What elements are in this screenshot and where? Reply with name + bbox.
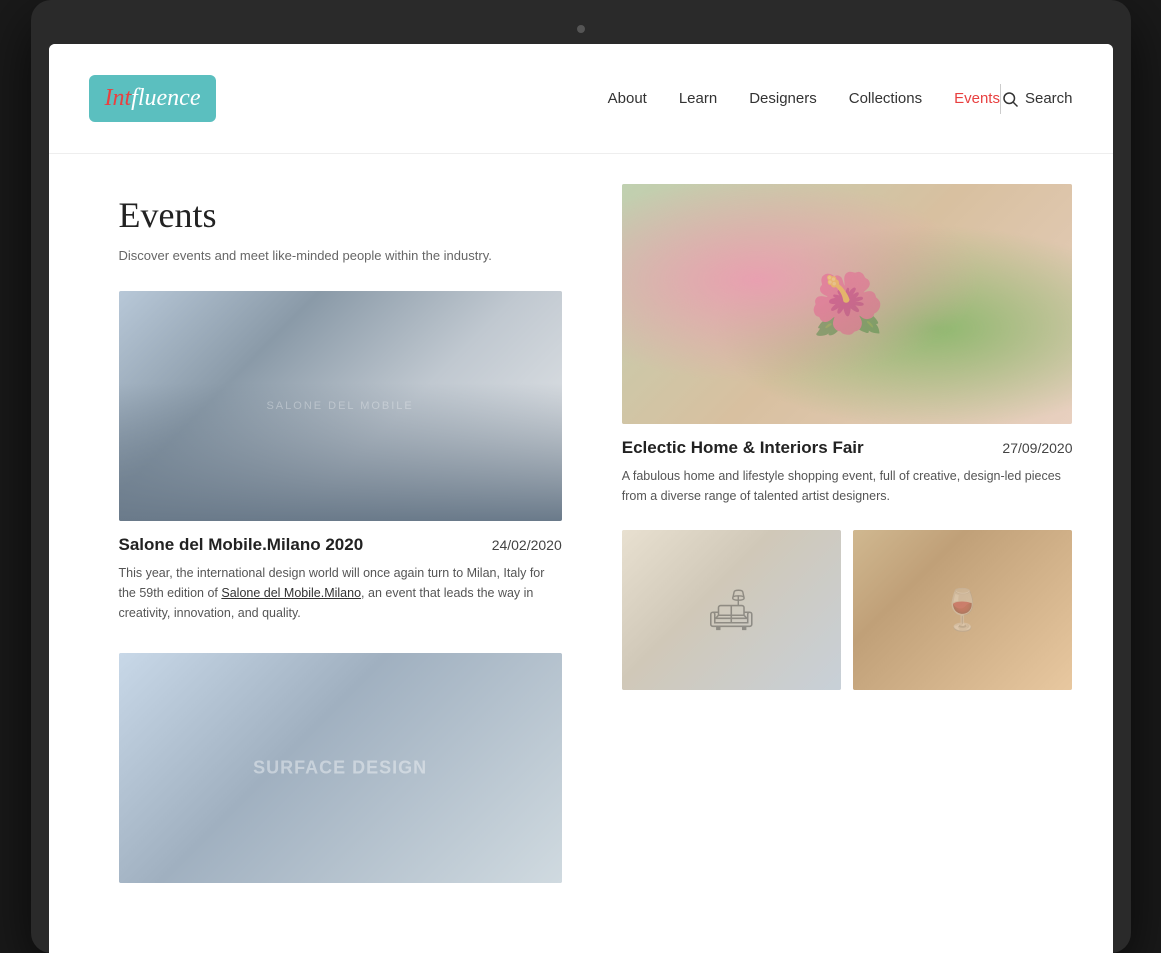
- nav-link-designers[interactable]: Designers: [749, 90, 817, 107]
- nav-link-about[interactable]: About: [608, 90, 647, 107]
- restaurant-image: [853, 530, 1072, 690]
- event-meta-eclectic: Eclectic Home & Interiors Fair 27/09/202…: [622, 438, 1073, 458]
- event-desc-link-salone[interactable]: Salone del Mobile.Milano: [221, 586, 361, 600]
- search-label: Search: [1025, 90, 1073, 107]
- event-desc-salone: This year, the international design worl…: [119, 563, 562, 623]
- surface-image: [119, 653, 562, 883]
- nav-link-collections[interactable]: Collections: [849, 90, 922, 107]
- main-content: Events Discover events and meet like-min…: [49, 154, 1113, 953]
- event-image-restaurant[interactable]: [853, 530, 1072, 690]
- event-title-eclectic: Eclectic Home & Interiors Fair: [622, 438, 864, 458]
- sidebar-item-designers[interactable]: Designers: [749, 90, 817, 108]
- event-date-salone: 24/02/2020: [492, 537, 562, 553]
- logo[interactable]: Intfluence: [89, 75, 217, 122]
- laptop-camera: [577, 25, 585, 33]
- nav-link-events[interactable]: Events: [954, 90, 1000, 107]
- milan-image: [119, 291, 562, 521]
- sidebar-item-collections[interactable]: Collections: [849, 90, 922, 108]
- event-card-surface: [119, 653, 562, 883]
- event-image-salone[interactable]: [119, 291, 562, 521]
- page-title: Events: [119, 194, 562, 236]
- left-column: Events Discover events and meet like-min…: [49, 154, 602, 953]
- laptop-frame: Intfluence About Learn Designers Collect…: [31, 0, 1131, 953]
- event-image-surface[interactable]: [119, 653, 562, 883]
- event-image-interior[interactable]: [622, 530, 841, 690]
- logo-fluence: fluence: [131, 85, 200, 111]
- search-icon: [1001, 90, 1019, 108]
- nav-links: About Learn Designers Collections Events: [608, 90, 1000, 108]
- eclectic-image: [622, 184, 1073, 424]
- search-button[interactable]: Search: [1001, 90, 1073, 108]
- event-desc-eclectic: A fabulous home and lifestyle shopping e…: [622, 466, 1073, 506]
- nav-link-learn[interactable]: Learn: [679, 90, 717, 107]
- laptop-screen: Intfluence About Learn Designers Collect…: [49, 44, 1113, 953]
- event-card-eclectic: Eclectic Home & Interiors Fair 27/09/202…: [622, 184, 1073, 506]
- sidebar-item-learn[interactable]: Learn: [679, 90, 717, 108]
- event-title-salone: Salone del Mobile.Milano 2020: [119, 535, 364, 555]
- event-card-salone: Salone del Mobile.Milano 2020 24/02/2020…: [119, 291, 562, 623]
- laptop-top-bar: [49, 18, 1113, 40]
- right-column: Eclectic Home & Interiors Fair 27/09/202…: [602, 154, 1113, 953]
- event-meta-salone: Salone del Mobile.Milano 2020 24/02/2020: [119, 535, 562, 555]
- sidebar-item-about[interactable]: About: [608, 90, 647, 108]
- logo-int: Int: [105, 85, 132, 111]
- navbar: Intfluence About Learn Designers Collect…: [49, 44, 1113, 154]
- event-date-eclectic: 27/09/2020: [1002, 440, 1072, 456]
- interior-image: [622, 530, 841, 690]
- two-col-images: [622, 530, 1073, 690]
- sidebar-item-events[interactable]: Events: [954, 90, 1000, 108]
- page-subtitle: Discover events and meet like-minded peo…: [119, 248, 562, 263]
- event-image-eclectic[interactable]: [622, 184, 1073, 424]
